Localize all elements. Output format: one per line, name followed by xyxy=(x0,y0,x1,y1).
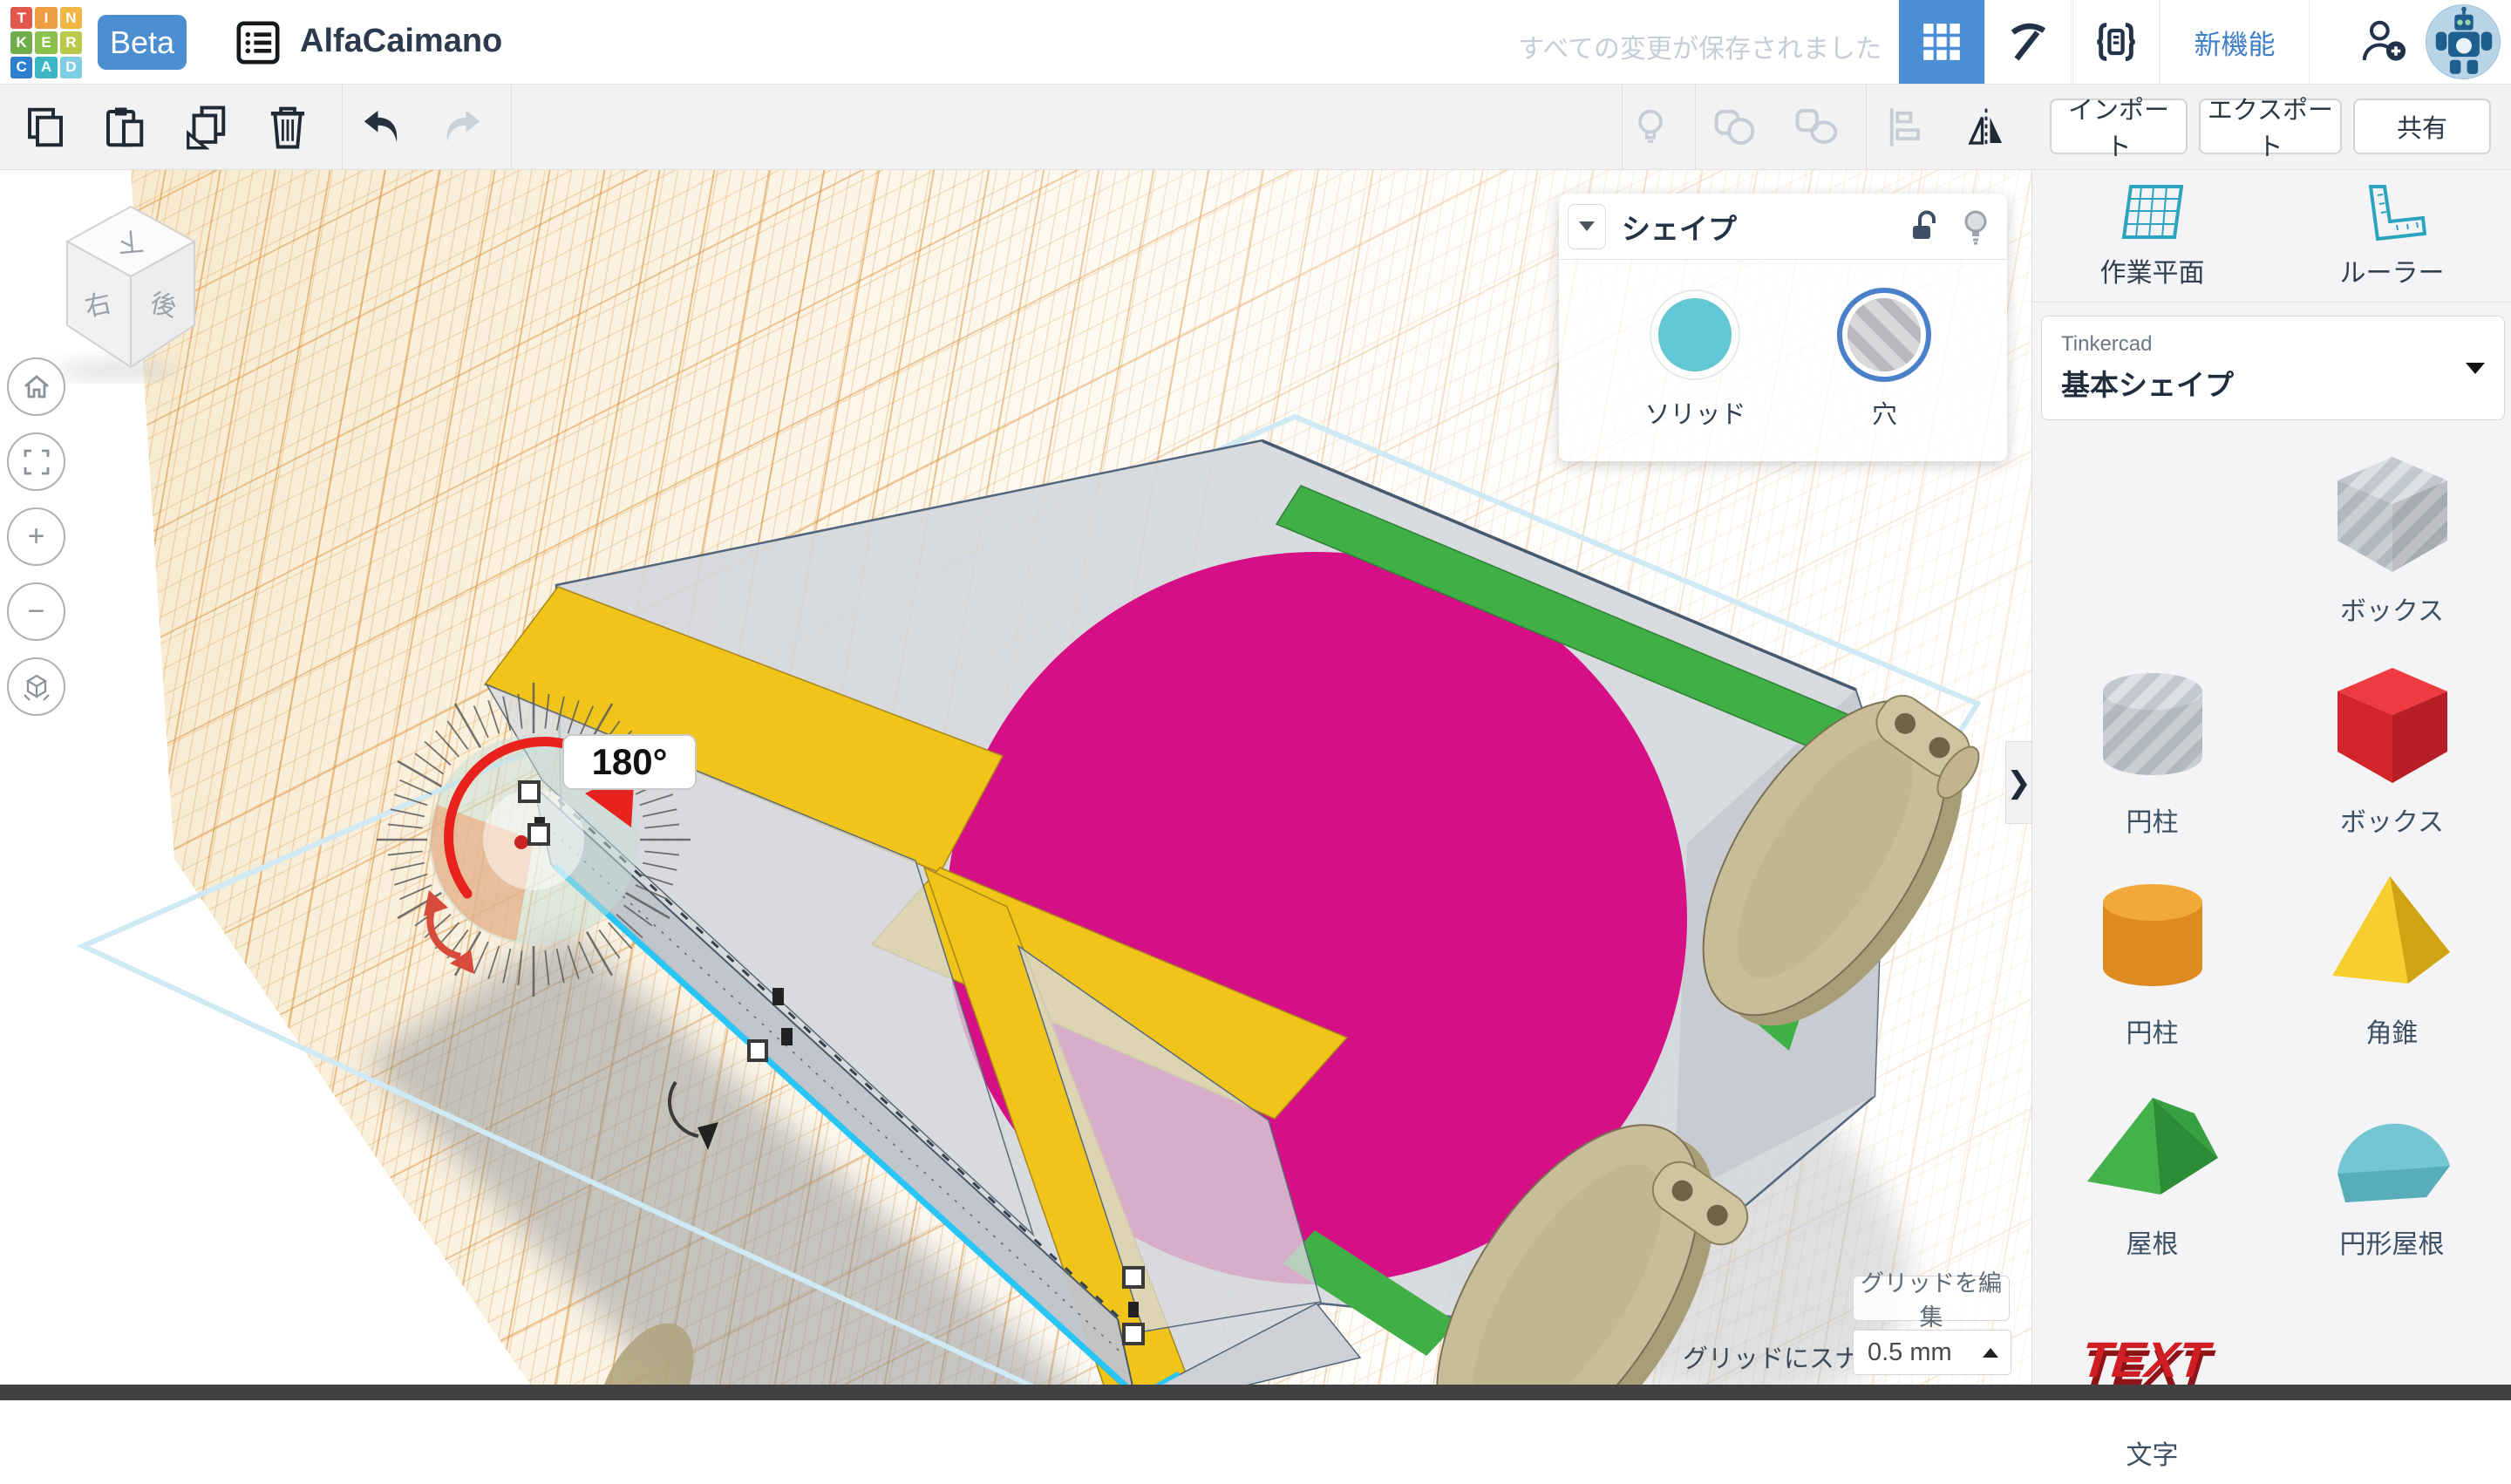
shape-tile-box-hole[interactable]: ボックス xyxy=(2272,436,2511,640)
codeblocks-icon[interactable] xyxy=(2072,0,2160,84)
app-header: TIN KER CAD Beta AlfaCaimano すべての変更が保存され… xyxy=(0,0,2511,85)
save-status: すべての変更が保存されました xyxy=(1518,27,1882,65)
toolbar-separator xyxy=(342,85,343,170)
caret-down-icon xyxy=(1579,221,1595,231)
share-button[interactable]: 共有 xyxy=(2353,99,2491,154)
undo-button[interactable] xyxy=(349,96,415,159)
design-list-icon[interactable] xyxy=(234,18,282,67)
hole-option[interactable]: 穴 xyxy=(1848,298,1921,431)
toolbar-separator xyxy=(1695,85,1696,170)
edit-toolbar: インポート エクスポート 共有 xyxy=(0,85,2511,170)
shape-inspector-panel: シェイプ ソリッド 穴 xyxy=(1559,194,2007,461)
shape-tile-round-roof[interactable]: 円形屋根 xyxy=(2272,1069,2511,1273)
align-button[interactable] xyxy=(1873,96,1939,159)
view-cube-top-label: 下 xyxy=(117,226,146,256)
visibility-bulb-icon[interactable] xyxy=(1958,208,1993,245)
edit-grid-button[interactable]: グリッドを編集 xyxy=(1853,1276,2010,1321)
paste-button[interactable] xyxy=(91,96,157,159)
design-title[interactable]: AlfaCaimano xyxy=(300,23,502,60)
sidebar-collapse-tab[interactable]: ❯ xyxy=(2005,741,2031,824)
svg-text:180°: 180° xyxy=(592,741,668,782)
duplicate-button[interactable] xyxy=(173,96,239,159)
shape-tile-cylinder-hole[interactable]: 円柱 xyxy=(2032,647,2272,851)
copy-button[interactable] xyxy=(12,96,78,159)
invite-person-icon[interactable] xyxy=(2345,0,2422,84)
3d-viewport[interactable]: 180° 下 右 後 + − ❯ グリッドを編集 グリッドにスナップ 0.5 m… xyxy=(0,170,2031,1400)
dashboard-grid-icon[interactable] xyxy=(1899,0,1984,84)
perspective-toggle-button[interactable] xyxy=(7,657,65,716)
hole-swatch-circle xyxy=(1848,298,1921,371)
edge-handle[interactable] xyxy=(1128,1302,1139,1317)
view-cube[interactable]: 下 右 後 xyxy=(22,196,209,384)
select-caret-icon xyxy=(1983,1348,1998,1358)
export-button[interactable]: エクスポート xyxy=(2199,99,2342,154)
edge-handle[interactable] xyxy=(772,988,784,1005)
fit-view-button[interactable] xyxy=(7,432,65,491)
import-button[interactable]: インポート xyxy=(2050,99,2188,154)
delete-button[interactable] xyxy=(255,96,321,159)
shape-tile-text[interactable]: TEXT TEXT 文字 xyxy=(2032,1280,2272,1484)
viewport-nav: + − xyxy=(7,357,65,716)
toolbar-separator xyxy=(1866,85,1867,170)
shape-tile-pyramid[interactable]: 角錐 xyxy=(2272,858,2511,1062)
snap-grid-select[interactable]: 0.5 mm xyxy=(1853,1330,2011,1375)
solid-option[interactable]: ソリッド xyxy=(1644,298,1745,431)
rotation-value-label: 180° xyxy=(563,735,696,789)
edge-handle[interactable] xyxy=(781,1028,793,1045)
inspector-body: ソリッド 穴 xyxy=(1559,260,2007,461)
ruler-icon xyxy=(2358,183,2426,241)
home-view-button[interactable] xyxy=(7,357,65,416)
workplane-icon xyxy=(2119,183,2187,241)
zoom-in-button[interactable]: + xyxy=(7,507,65,566)
svg-text:TEXT: TEXT xyxy=(2079,1332,2215,1388)
inspector-collapse-button[interactable] xyxy=(1568,204,1606,249)
shape-tile-roof[interactable]: 屋根 xyxy=(2032,1069,2272,1273)
toolbar-separator xyxy=(511,85,512,170)
rotation-center-dot xyxy=(514,835,528,849)
unlock-icon[interactable] xyxy=(1906,208,1943,245)
shape-tile-box[interactable]: ボックス xyxy=(2272,647,2511,851)
mirror-button[interactable] xyxy=(1953,96,2019,159)
whats-new-link[interactable]: 新機能 xyxy=(2160,0,2310,84)
minecraft-pickaxe-icon[interactable] xyxy=(1984,0,2072,84)
user-avatar[interactable] xyxy=(2426,4,2501,79)
bottom-bar xyxy=(0,1385,2511,1400)
ruler-tool[interactable]: ルーラー xyxy=(2272,170,2511,302)
group-button[interactable] xyxy=(1702,96,1768,159)
beta-badge[interactable]: Beta xyxy=(98,15,187,70)
tinkercad-logo[interactable]: TIN KER CAD xyxy=(10,7,82,78)
redo-button[interactable] xyxy=(429,96,495,159)
solid-swatch-circle xyxy=(1658,298,1732,371)
inspector-header: シェイプ xyxy=(1559,194,2007,260)
inspector-title: シェイプ xyxy=(1622,206,1737,248)
zoom-out-button[interactable]: − xyxy=(7,582,65,641)
shape-library-select[interactable]: Tinkercad 基本シェイプ xyxy=(2041,316,2505,420)
show-all-bulb-icon[interactable] xyxy=(1617,96,1684,159)
caret-down-icon xyxy=(2466,363,2485,374)
shape-tile-cylinder[interactable]: 円柱 xyxy=(2032,858,2272,1062)
workplane-tool[interactable]: 作業平面 xyxy=(2032,170,2272,302)
ungroup-button[interactable] xyxy=(1784,96,1850,159)
shapes-sidebar: 作業平面 ルーラー Tinkercad 基本シェイプ xyxy=(2031,170,2511,1400)
